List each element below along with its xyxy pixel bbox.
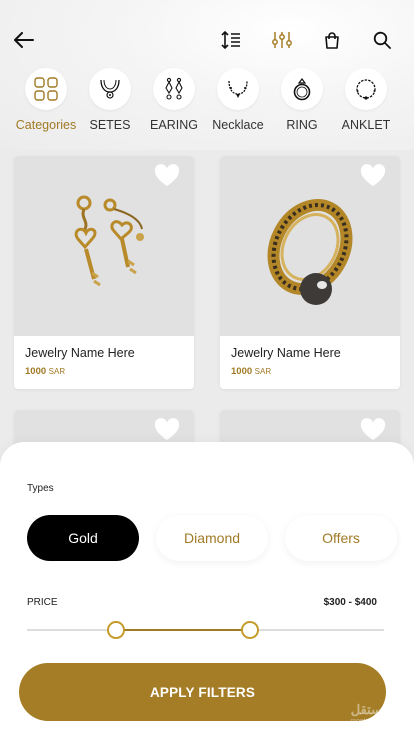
necklace-set-icon (89, 68, 131, 110)
price-heading: PRICE (27, 597, 58, 608)
sliders-icon[interactable] (270, 28, 294, 52)
earring-icon (153, 68, 195, 110)
category-item-setes[interactable]: SETES (75, 68, 145, 132)
price-value: 1000 (231, 366, 253, 377)
ring-icon (281, 68, 323, 110)
product-price: 1000 SAR (14, 360, 194, 377)
category-item-categories[interactable]: Categories (11, 68, 81, 132)
shopping-bag-icon[interactable] (320, 28, 344, 52)
watermark-logo: مستقل mostaql.com (350, 702, 390, 725)
product-name: Jewelry Name Here (231, 346, 341, 360)
category-item-earing[interactable]: EARING (139, 68, 209, 132)
category-strip: Categories SETES EARING Necklace RING AN… (0, 68, 414, 138)
sort-icon[interactable] (219, 28, 243, 52)
search-icon[interactable] (370, 28, 394, 52)
price-slider-min-handle[interactable] (107, 621, 126, 639)
favorite-heart-icon[interactable] (154, 164, 180, 188)
apply-filters-button[interactable]: APPLY FILTERS (19, 663, 386, 721)
type-pill-diamond[interactable]: Diamond (156, 515, 268, 561)
price-slider-fill (116, 629, 251, 631)
anklet-icon (345, 68, 387, 110)
type-pill-gold[interactable]: Gold (27, 515, 139, 561)
category-label: RING (286, 118, 318, 132)
category-label: SETES (89, 118, 131, 132)
product-card[interactable]: Jewelry Name Here 1000 SAR (14, 156, 194, 389)
type-pill-offers[interactable]: Offers (285, 515, 397, 561)
back-arrow-icon[interactable] (12, 28, 36, 52)
necklace-icon (217, 68, 259, 110)
favorite-heart-icon[interactable] (360, 418, 386, 442)
category-label: Categories (15, 118, 77, 132)
favorite-heart-icon[interactable] (154, 418, 180, 442)
price-slider-max-handle[interactable] (241, 621, 260, 639)
category-label: Necklace (212, 118, 264, 132)
ring-photo (220, 156, 400, 336)
category-item-anklet[interactable]: ANKLET (331, 68, 401, 132)
category-item-ring[interactable]: RING (267, 68, 337, 132)
top-bar (0, 24, 414, 56)
category-item-necklace[interactable]: Necklace (203, 68, 273, 132)
product-card[interactable]: Jewelry Name Here 1000 SAR (220, 156, 400, 389)
price-value: 1000 (25, 366, 47, 377)
price-currency: SAR (254, 367, 272, 376)
earrings-photo (14, 156, 194, 336)
filter-sheet: Types Gold Diamond Offers PRICE $300 - $… (0, 442, 414, 736)
grid-icon (25, 68, 67, 110)
category-label: EARING (150, 118, 198, 132)
category-label: ANKLET (341, 118, 391, 132)
types-heading: Types (27, 483, 54, 494)
price-range-value: $300 - $400 (323, 597, 377, 608)
price-currency: SAR (48, 367, 66, 376)
product-name: Jewelry Name Here (25, 346, 135, 360)
favorite-heart-icon[interactable] (360, 164, 386, 188)
product-price: 1000 SAR (220, 360, 400, 377)
